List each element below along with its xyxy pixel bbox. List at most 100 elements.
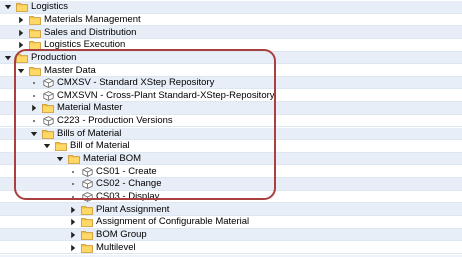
folder-icon — [81, 205, 93, 215]
tree-node-label[interactable]: Logistics Execution — [44, 39, 125, 51]
tree-row-material-master[interactable]: Material Master — [0, 102, 462, 115]
tree-row-content: CS03 - Display — [69, 191, 159, 204]
triangle-down-icon[interactable] — [30, 130, 38, 138]
tree-row-logistics[interactable]: Logistics — [0, 1, 462, 14]
tree-node-label[interactable]: C223 - Production Versions — [57, 115, 173, 127]
tree-node-label[interactable]: Logistics — [31, 1, 68, 13]
tree-row-cs03-display[interactable]: CS03 - Display — [0, 190, 462, 204]
menu-tree: Logistics Materials Management Sales and D… — [0, 0, 462, 257]
tree-row-content: CMXSVN - Cross-Plant Standard-XStep-Repo… — [30, 90, 275, 103]
transaction-cube-icon — [42, 91, 54, 101]
tree-node-label[interactable]: Plant Assignment — [96, 204, 169, 216]
triangle-right-icon[interactable] — [17, 16, 25, 24]
tree-row-content: Bills of Material — [30, 128, 121, 141]
bullet-dot-icon — [30, 79, 38, 87]
tree-row-bills-of-material[interactable]: Bills of Material — [0, 127, 462, 141]
tree-node-label[interactable]: CS03 - Display — [96, 191, 159, 203]
folder-icon — [29, 40, 41, 51]
tree-row-content: Logistics Execution — [17, 39, 125, 52]
triangle-right-icon[interactable] — [69, 231, 77, 239]
tree-node-label[interactable]: CMXSVN - Cross-Plant Standard-XStep-Repo… — [57, 90, 275, 102]
transaction-cube-icon — [81, 192, 93, 202]
tree-row-logistics-execution[interactable]: Logistics Execution — [0, 38, 462, 52]
folder-icon — [16, 2, 28, 13]
tree-row-content: Bill of Material — [43, 140, 130, 153]
tree-node-label[interactable]: Multilevel — [96, 242, 136, 254]
tree-row-cs01-create[interactable]: CS01 - Create — [0, 165, 462, 179]
folder-icon — [29, 28, 41, 38]
tree-row-content: Sales and Distribution — [17, 26, 136, 39]
tree-row-content: Materials Management — [17, 14, 141, 27]
folder-icon — [81, 230, 93, 240]
tree-row-content: Material BOM — [56, 153, 141, 166]
tree-node-label[interactable]: Production — [31, 52, 76, 64]
tree-node-label[interactable]: BOM Group — [96, 229, 147, 241]
tree-row-content: Logistics — [4, 1, 68, 14]
transaction-cube-icon — [42, 78, 54, 89]
tree-row-c223-production-versions[interactable]: C223 - Production Versions — [0, 114, 462, 128]
transaction-cube-icon — [81, 179, 93, 190]
tree-row-sales-and-distribution[interactable]: Sales and Distribution — [0, 26, 462, 39]
tree-row-content: CMXSV - Standard XStep Repository — [30, 77, 214, 90]
transaction-cube-icon — [81, 166, 93, 177]
triangle-right-icon[interactable] — [30, 104, 38, 112]
tree-row-production[interactable]: Production — [0, 51, 462, 65]
triangle-right-icon[interactable] — [69, 206, 77, 214]
folder-icon — [81, 243, 93, 253]
tree-node-label[interactable]: Bills of Material — [57, 128, 121, 140]
triangle-right-icon[interactable] — [17, 29, 25, 37]
bullet-dot-icon — [30, 92, 38, 100]
tree-node-label[interactable]: Material BOM — [83, 153, 141, 165]
folder-icon — [29, 66, 41, 76]
tree-row-materials-management[interactable]: Materials Management — [0, 13, 462, 27]
bullet-dot-icon — [30, 117, 38, 125]
folder-icon — [55, 141, 67, 152]
tree-row-content: Master Data — [17, 64, 96, 77]
tree-row-content: CS01 - Create — [69, 165, 157, 178]
folder-icon — [42, 129, 54, 139]
tree-node-label[interactable]: Assignment of Configurable Material — [96, 216, 249, 228]
tree-row-content: BOM Group — [69, 229, 147, 242]
tree-row-master-data[interactable]: Master Data — [0, 64, 462, 77]
tree-row-cs02-change[interactable]: CS02 - Change — [0, 178, 462, 191]
transaction-cube-icon — [42, 116, 54, 126]
tree-row-cmxsv-standard-xstep-repository[interactable]: CMXSV - Standard XStep Repository — [0, 76, 462, 90]
tree-node-label[interactable]: Material Master — [57, 102, 122, 114]
tree-node-label[interactable]: Materials Management — [44, 14, 141, 26]
bullet-dot-icon — [69, 168, 77, 176]
bullet-dot-icon — [69, 193, 77, 201]
tree-row-content: CS02 - Change — [69, 178, 161, 191]
tree-row-content: C223 - Production Versions — [30, 115, 173, 128]
tree-row-content: Material Master — [30, 102, 122, 115]
tree-node-label[interactable]: Bill of Material — [70, 140, 130, 152]
tree-row-bom-group[interactable]: BOM Group — [0, 228, 462, 242]
tree-node-label[interactable]: CS01 - Create — [96, 166, 157, 178]
triangle-right-icon[interactable] — [69, 218, 77, 226]
triangle-down-icon[interactable] — [17, 67, 25, 75]
triangle-down-icon[interactable] — [56, 155, 64, 163]
tree-node-label[interactable]: Sales and Distribution — [44, 27, 136, 39]
tree-row-material-bom[interactable]: Material BOM — [0, 152, 462, 166]
tree-row-content: Multilevel — [69, 241, 136, 254]
triangle-down-icon[interactable] — [4, 54, 12, 62]
folder-icon — [42, 103, 54, 114]
folder-icon — [81, 217, 93, 228]
folder-icon — [16, 53, 28, 63]
tree-row-content: Assignment of Configurable Material — [69, 216, 249, 229]
tree-row-assignment-of-configurable-material[interactable]: Assignment of Configurable Material — [0, 216, 462, 229]
triangle-down-icon[interactable] — [4, 3, 12, 11]
tree-row-plant-assignment[interactable]: Plant Assignment — [0, 203, 462, 216]
tree-row-bill-of-material[interactable]: Bill of Material — [0, 140, 462, 153]
triangle-down-icon[interactable] — [43, 142, 51, 150]
tree-node-label[interactable]: CMXSV - Standard XStep Repository — [57, 77, 214, 89]
folder-icon — [68, 154, 80, 164]
triangle-right-icon[interactable] — [69, 244, 77, 252]
folder-icon — [29, 15, 41, 25]
tree-row-content: Plant Assignment — [69, 203, 169, 216]
tree-row-cmxsvn-cross-plant-standard-xstep-repository[interactable]: CMXSVN - Cross-Plant Standard-XStep-Repo… — [0, 89, 462, 103]
bullet-dot-icon — [69, 180, 77, 188]
tree-row-multilevel[interactable]: Multilevel — [0, 241, 462, 254]
tree-node-label[interactable]: CS02 - Change — [96, 178, 161, 190]
triangle-right-icon[interactable] — [17, 41, 25, 49]
tree-node-label[interactable]: Master Data — [44, 65, 96, 77]
